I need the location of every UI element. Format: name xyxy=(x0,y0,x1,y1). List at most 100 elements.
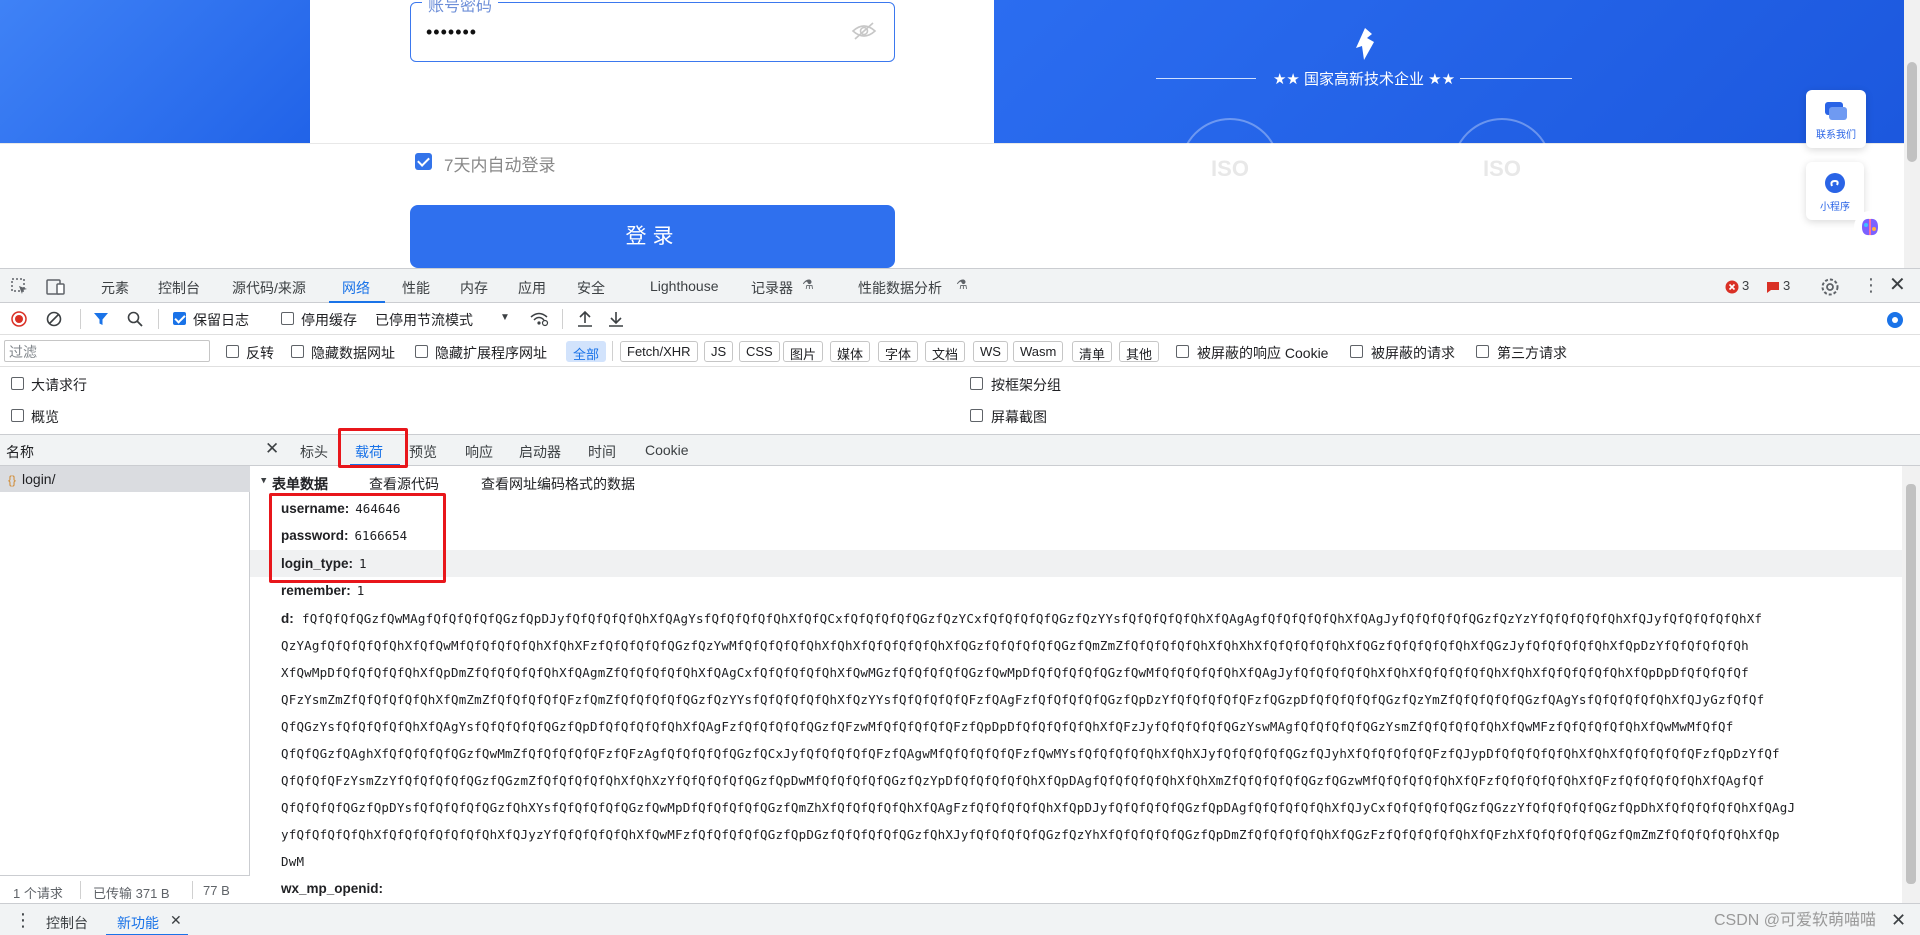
filter-type-all[interactable]: 全部 xyxy=(566,341,607,362)
options-row-2: 概览 屏幕截图 xyxy=(0,399,1920,435)
chevron-down-icon[interactable]: ▼ xyxy=(500,312,510,323)
iso-badge-label: ISO xyxy=(1483,156,1521,181)
filter-input[interactable]: 过滤 xyxy=(4,340,210,362)
contact-us-button[interactable]: 联系我们 xyxy=(1806,90,1866,148)
blocked-requests-checkbox[interactable] xyxy=(1350,345,1363,358)
filter-icon[interactable] xyxy=(93,311,109,327)
settings-gear-icon[interactable] xyxy=(1820,277,1840,297)
request-list: 名称 {} login/ xyxy=(0,435,250,875)
filter-type-images[interactable]: 图片 xyxy=(783,341,824,362)
third-party-checkbox[interactable] xyxy=(1476,345,1489,358)
record-stop-icon[interactable] xyxy=(11,311,27,327)
more-options-icon[interactable]: ⋮ xyxy=(1862,275,1880,295)
tab-sources[interactable]: 源代码/来源 xyxy=(232,278,306,298)
drawer-tab-whats-new[interactable]: 新功能 xyxy=(117,913,159,933)
view-source-link[interactable]: 查看源代码 xyxy=(369,474,439,494)
filter-type-js[interactable]: JS xyxy=(704,341,734,362)
screenshots-checkbox[interactable] xyxy=(970,409,983,422)
tab-cookies[interactable]: Cookie xyxy=(645,442,689,458)
status-divider xyxy=(192,881,193,899)
tab-performance[interactable]: 性能 xyxy=(402,278,430,298)
group-by-frame-checkbox[interactable] xyxy=(970,377,983,390)
toolbar-divider xyxy=(80,309,81,329)
device-toolbar-icon[interactable] xyxy=(46,278,66,296)
preserve-log-checkbox[interactable] xyxy=(173,312,186,325)
clear-icon[interactable] xyxy=(46,311,62,327)
close-detail-icon[interactable]: ✕ xyxy=(265,439,279,459)
filter-type-css[interactable]: CSS xyxy=(739,341,780,362)
filter-type-wasm[interactable]: Wasm xyxy=(1013,341,1064,362)
assistant-brain-icon[interactable] xyxy=(1853,210,1887,244)
form-data-title[interactable]: 表单数据 xyxy=(272,474,328,494)
payload-scrollbar[interactable] xyxy=(1902,466,1920,903)
tab-recorder[interactable]: 记录器 xyxy=(751,278,793,298)
login-button[interactable]: 登录 xyxy=(410,205,895,268)
search-icon[interactable] xyxy=(127,311,143,327)
issues-icon[interactable] xyxy=(1766,280,1780,294)
blocked-cookies-checkbox[interactable] xyxy=(1176,345,1189,358)
issue-count[interactable]: 3 xyxy=(1783,278,1790,293)
network-settings-gear-icon[interactable] xyxy=(1885,310,1905,330)
error-count[interactable]: 3 xyxy=(1742,278,1749,293)
export-har-icon[interactable] xyxy=(608,310,624,328)
tab-memory[interactable]: 内存 xyxy=(460,278,488,298)
tab-preview[interactable]: 预览 xyxy=(409,442,437,462)
error-icon[interactable] xyxy=(1725,280,1739,294)
collapse-triangle-icon[interactable]: ▼ xyxy=(261,476,266,486)
name-column-header[interactable]: 名称 xyxy=(0,435,250,466)
close-drawer-icon[interactable]: ✕ xyxy=(1891,910,1906,931)
hide-password-icon[interactable] xyxy=(851,21,877,41)
tab-security[interactable]: 安全 xyxy=(577,278,605,298)
network-conditions-icon[interactable] xyxy=(529,311,549,327)
miniapp-label: 小程序 xyxy=(1820,202,1850,213)
tab-headers[interactable]: 标头 xyxy=(300,442,328,462)
drawer-tab-console[interactable]: 控制台 xyxy=(46,913,88,933)
tab-timing[interactable]: 时间 xyxy=(588,442,616,462)
tab-console[interactable]: 控制台 xyxy=(158,278,200,298)
tab-application[interactable]: 应用 xyxy=(518,278,546,298)
page-scrollbar[interactable] xyxy=(1904,0,1920,268)
request-status-bar: 1 个请求 已传输 371 B 77 B xyxy=(0,875,250,903)
tab-performance-insights[interactable]: 性能数据分析 xyxy=(858,278,942,298)
disable-cache-checkbox[interactable] xyxy=(281,312,294,325)
big-request-rows-checkbox[interactable] xyxy=(11,377,24,390)
drawer-menu-icon[interactable]: ⋮ xyxy=(14,910,32,931)
filter-type-font[interactable]: 字体 xyxy=(878,341,919,362)
auto-login-checkbox[interactable] xyxy=(415,153,432,170)
close-devtools-icon[interactable]: ✕ xyxy=(1889,274,1906,296)
close-tab-icon[interactable]: ✕ xyxy=(170,912,182,929)
tab-response[interactable]: 响应 xyxy=(465,442,493,462)
disable-cache-label: 停用缓存 xyxy=(301,312,357,328)
filter-divider xyxy=(612,341,613,361)
overview-checkbox[interactable] xyxy=(11,409,24,422)
xhr-request-icon: {} xyxy=(8,473,17,487)
throttling-select[interactable]: 已停用节流模式 xyxy=(375,310,473,330)
import-har-icon[interactable] xyxy=(577,310,593,328)
tab-initiator[interactable]: 启动器 xyxy=(519,442,561,462)
tab-lighthouse[interactable]: Lighthouse xyxy=(650,278,719,294)
filter-type-ws[interactable]: WS xyxy=(973,341,1008,362)
hide-extension-urls-checkbox[interactable] xyxy=(415,345,428,358)
page-scrollbar-thumb[interactable] xyxy=(1907,62,1917,162)
payload-scrollbar-thumb[interactable] xyxy=(1906,484,1916,884)
field-key: wx_mp_openid: xyxy=(281,881,384,896)
tab-network[interactable]: 网络 xyxy=(342,278,370,298)
screenshots-label: 屏幕截图 xyxy=(991,409,1047,425)
request-row[interactable]: {} login/ xyxy=(0,466,250,492)
filter-type-fetch-xhr[interactable]: Fetch/XHR xyxy=(620,341,698,362)
filter-type-media[interactable]: 媒体 xyxy=(830,341,871,362)
tab-elements[interactable]: 元素 xyxy=(101,278,129,298)
invert-label: 反转 xyxy=(246,345,274,361)
d-value-line: yfQfQfQfQfQhXfQfQfQfQfQfQfQhXfQJyzYfQfQf… xyxy=(281,827,1780,842)
d-value-line: QzYAgfQfQfQfQfQhXfQfQwMfQfQfQfQfQhXfQhXF… xyxy=(281,638,1749,653)
filter-type-manifest[interactable]: 清单 xyxy=(1072,341,1113,362)
hide-data-urls-checkbox[interactable] xyxy=(291,345,304,358)
filter-type-other[interactable]: 其他 xyxy=(1119,341,1160,362)
invert-checkbox[interactable] xyxy=(226,345,239,358)
devtools-tabbar: 元素 控制台 源代码/来源 网络 性能 内存 应用 安全 Lighthouse … xyxy=(0,269,1920,303)
d-value-line: DwM xyxy=(281,854,305,869)
filter-type-doc[interactable]: 文档 xyxy=(925,341,966,362)
inspect-element-icon[interactable] xyxy=(11,278,29,296)
view-url-encoded-link[interactable]: 查看网址编码格式的数据 xyxy=(481,474,635,494)
iso-badge-label: ISO xyxy=(1211,156,1249,181)
